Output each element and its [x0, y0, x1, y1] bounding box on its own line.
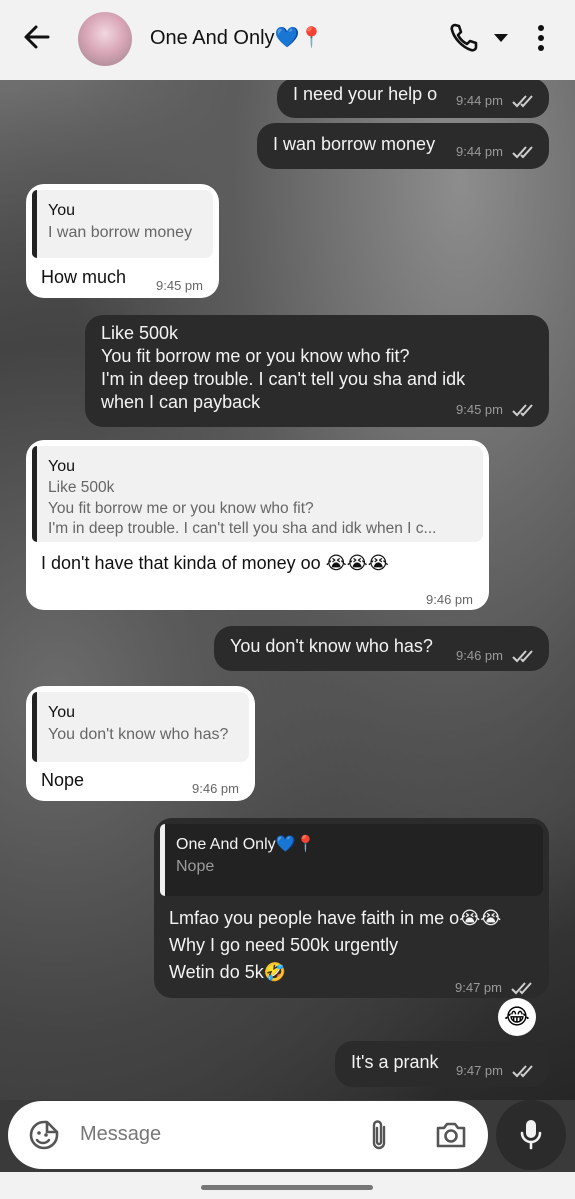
- reaction-badge[interactable]: 😂: [498, 998, 536, 1036]
- message-time: 9:47 pm: [456, 1063, 503, 1078]
- call-options-caret-icon[interactable]: [494, 34, 508, 42]
- home-gesture-bar[interactable]: [201, 1185, 373, 1190]
- message-time: 9:45 pm: [156, 278, 203, 293]
- phone-icon[interactable]: [448, 22, 480, 54]
- chat-header: One And Only💙📍: [0, 0, 575, 80]
- double-check-icon: [511, 982, 532, 995]
- message-input[interactable]: Message: [80, 1123, 161, 1146]
- quote-text: Like 500k You fit borrow me or you know …: [48, 479, 437, 537]
- message-time: 9:44 pm: [456, 144, 503, 159]
- message-incoming[interactable]: You I wan borrow money How much 9:45 pm: [26, 184, 219, 298]
- quote-text: You don't know who has?: [48, 726, 229, 743]
- message-time: 9:45 pm: [456, 402, 503, 417]
- message-text: I don't have that kinda of money oo 😭😭😭: [41, 553, 389, 573]
- reply-quote[interactable]: One And Only💙📍 Nope: [160, 824, 543, 896]
- message-text: It's a prank: [351, 1052, 439, 1072]
- message-text: Nope: [41, 770, 85, 790]
- message-text: Like 500k You fit borrow me or you know …: [101, 323, 466, 412]
- quote-author: You: [48, 458, 75, 475]
- message-outgoing[interactable]: I wan borrow money 9:44 pm: [257, 123, 549, 169]
- message-time: 9:47 pm: [455, 980, 502, 995]
- double-check-icon: [512, 650, 533, 663]
- contact-name[interactable]: One And Only💙📍: [150, 25, 324, 50]
- message-incoming[interactable]: You Like 500k You fit borrow me or you k…: [26, 440, 489, 610]
- message-time: 9:46 pm: [426, 592, 473, 607]
- message-time: 9:46 pm: [192, 781, 239, 796]
- message-outgoing[interactable]: I need your help o 9:44 pm: [277, 80, 549, 118]
- quote-author: You: [48, 202, 75, 219]
- message-outgoing[interactable]: It's a prank 9:47 pm: [335, 1041, 549, 1087]
- message-time: 9:46 pm: [456, 648, 503, 663]
- arrow-left-icon[interactable]: [20, 20, 54, 54]
- message-outgoing[interactable]: One And Only💙📍 Nope Lmfao you people hav…: [154, 818, 549, 998]
- reply-quote[interactable]: You Like 500k You fit borrow me or you k…: [32, 446, 483, 542]
- double-check-icon: [512, 146, 533, 159]
- mic-button[interactable]: [496, 1100, 566, 1170]
- camera-icon[interactable]: [434, 1119, 468, 1151]
- double-check-icon: [512, 95, 533, 108]
- message-text: How much: [41, 267, 127, 287]
- system-nav-bar: [0, 1172, 575, 1199]
- message-text: You don't know who has?: [230, 636, 433, 656]
- quote-author: You: [48, 704, 75, 721]
- message-incoming[interactable]: You You don't know who has? Nope 9:46 pm: [26, 686, 255, 801]
- avatar[interactable]: [78, 12, 132, 66]
- sticker-icon[interactable]: [28, 1119, 60, 1151]
- message-composer[interactable]: Message: [8, 1101, 488, 1169]
- more-vert-icon[interactable]: [536, 24, 546, 52]
- message-text: Lmfao you people have faith in me o😭😭 Wh…: [169, 908, 502, 982]
- message-outgoing[interactable]: Like 500k You fit borrow me or you know …: [85, 315, 549, 427]
- paperclip-icon[interactable]: [366, 1119, 392, 1151]
- message-list[interactable]: I need your help o 9:44 pm I wan borrow …: [0, 80, 575, 1100]
- reply-quote[interactable]: You I wan borrow money: [32, 190, 213, 258]
- message-time: 9:44 pm: [456, 93, 503, 108]
- double-check-icon: [512, 404, 533, 417]
- quote-author: One And Only💙📍: [176, 836, 316, 853]
- mic-icon: [520, 1120, 542, 1150]
- reply-quote[interactable]: You You don't know who has?: [32, 692, 249, 762]
- message-outgoing[interactable]: You don't know who has? 9:46 pm: [214, 626, 549, 671]
- quote-text: Nope: [176, 858, 215, 875]
- message-text: I wan borrow money: [273, 134, 436, 154]
- message-text: I need your help o: [293, 84, 438, 104]
- double-check-icon: [512, 1065, 533, 1078]
- quote-text: I wan borrow money: [48, 224, 193, 241]
